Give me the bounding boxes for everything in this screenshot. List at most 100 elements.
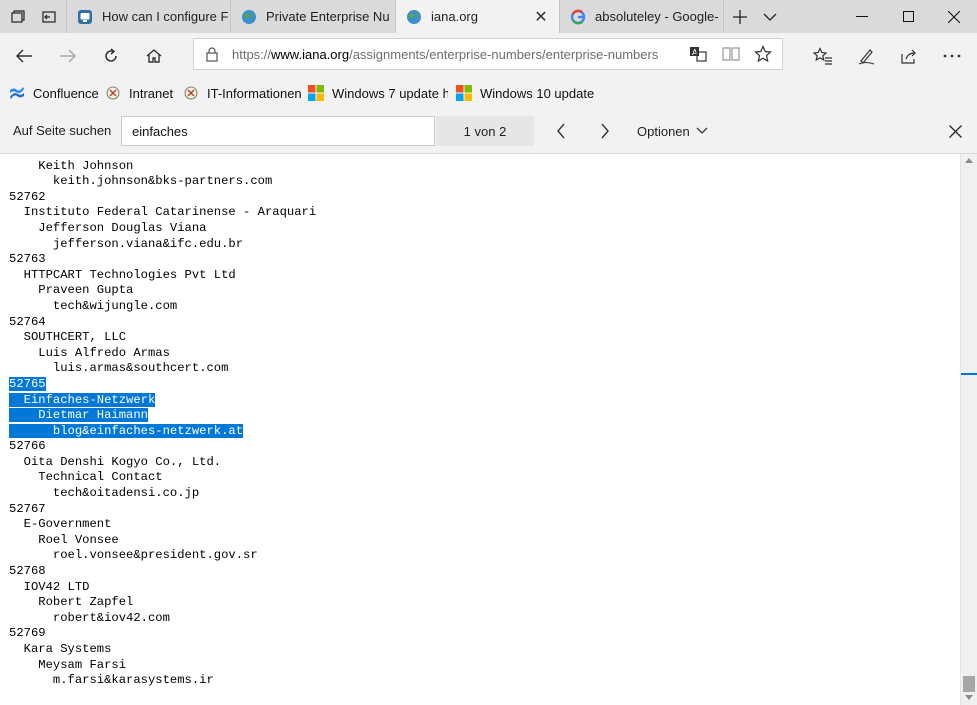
favorite-it-informationen[interactable]: IT-Informationen <box>183 78 302 108</box>
tab-iana[interactable]: iana.org ✕ <box>396 0 560 33</box>
favorite-star-icon[interactable] <box>754 45 772 63</box>
refresh-icon[interactable] <box>89 33 133 78</box>
search-match-highlight: blog&einfaches-netzwerk.at <box>9 423 244 438</box>
search-match-highlight: Dietmar Haimann <box>9 408 148 423</box>
vertical-scrollbar[interactable] <box>960 154 977 705</box>
tab-preview-chevron-down-icon[interactable] <box>755 0 785 33</box>
list-item: Technical Contact <box>9 470 163 485</box>
list-item: Einfaches-Netzwerk <box>9 392 316 409</box>
translate-icon[interactable]: A <box>689 45 707 63</box>
search-match-highlight: Einfaches-Netzwerk <box>9 392 156 407</box>
list-item: keith.johnson&bks-partners.com <box>9 174 273 189</box>
favorite-windows-10-update[interactable]: Windows 10 update h <box>456 78 594 108</box>
tab-title: absoluteley - Google- <box>595 9 719 24</box>
list-item: Jefferson Douglas Viana <box>9 220 207 235</box>
find-query: einfaches <box>132 124 188 139</box>
find-result-count: 1 von 2 <box>436 116 534 146</box>
home-icon[interactable] <box>132 33 176 78</box>
find-label: Auf Seite suchen <box>13 123 112 138</box>
list-item: Instituto Federal Catarinense - Araquari <box>9 205 317 220</box>
lock-icon[interactable] <box>206 47 218 62</box>
globe-icon <box>407 9 421 24</box>
find-on-page-bar: Auf Seite suchen einfaches 1 von 2 Optio… <box>0 108 977 154</box>
close-window-icon[interactable] <box>931 0 977 33</box>
confluence-icon <box>10 87 24 99</box>
favorite-confluence[interactable]: Confluence <box>9 78 99 108</box>
find-match-marker <box>961 373 977 375</box>
list-item: tech&wijungle.com <box>9 298 178 313</box>
new-tab-icon[interactable] <box>725 0 755 33</box>
favorites-hub-icon[interactable] <box>801 33 845 78</box>
back-arrow-icon[interactable] <box>2 33 46 78</box>
list-item: 52762 <box>9 189 46 204</box>
tab-superuser[interactable]: How can I configure F <box>66 0 231 33</box>
list-item: tech&oitadensi.co.jp <box>9 486 200 501</box>
tab-private-enterprise-numbers[interactable]: Private Enterprise Nu <box>231 0 396 33</box>
windows-icon <box>308 85 324 101</box>
list-item: Praveen Gupta <box>9 283 134 298</box>
navigation-toolbar: https://www.iana.org/assignments/enterpr… <box>0 33 977 78</box>
list-item: Meysam Farsi <box>9 657 127 672</box>
list-item: robert&iov42.com <box>9 610 170 625</box>
favorites-bar: Confluence Intranet IT-Informationen Win… <box>0 78 977 108</box>
favorite-windows-7-update[interactable]: Windows 7 update hi <box>308 78 448 108</box>
close-tab-icon[interactable]: ✕ <box>533 7 549 27</box>
close-find-icon[interactable] <box>940 116 970 146</box>
tab-google[interactable]: absoluteley - Google- <box>560 0 724 33</box>
scroll-thumb[interactable] <box>963 676 975 692</box>
share-icon[interactable] <box>887 33 931 78</box>
address-bar[interactable]: https://www.iana.org/assignments/enterpr… <box>193 38 783 70</box>
maximize-icon[interactable] <box>885 0 931 33</box>
google-icon <box>570 9 586 24</box>
list-item: 52768 <box>9 564 46 579</box>
tab-actions-icon[interactable] <box>2 0 33 33</box>
reading-view-icon[interactable] <box>722 46 740 62</box>
scroll-down-icon[interactable] <box>965 695 973 701</box>
list-item: IOV42 LTD <box>9 579 90 594</box>
list-item: m.farsi&karasystems.ir <box>9 673 214 688</box>
list-item: 52763 <box>9 252 46 267</box>
list-item: 52765 <box>9 376 316 393</box>
favorite-intranet[interactable]: Intranet <box>105 78 173 108</box>
list-item: Oita Denshi Kogyo Co., Ltd. <box>9 454 222 469</box>
list-item: 52766 <box>9 439 46 454</box>
set-tabs-aside-icon[interactable] <box>33 0 64 33</box>
list-item: luis.armas&southcert.com <box>9 361 229 376</box>
scroll-up-icon[interactable] <box>965 157 973 163</box>
tab-title: How can I configure F <box>102 9 229 24</box>
enterprise-numbers-list: BBSMANN Klein Partnere Keith Johnson kei… <box>9 154 316 689</box>
windows-icon <box>456 85 472 101</box>
list-item: jefferson.viana&ifc.edu.br <box>9 236 244 251</box>
list-item: Dietmar Haimann <box>9 408 316 424</box>
more-options-icon[interactable] <box>930 33 974 78</box>
list-item: Robert Zapfel <box>9 595 134 610</box>
find-next-icon[interactable] <box>589 116 621 146</box>
list-item: Roel Vonsee <box>9 532 119 547</box>
list-item: E-Government <box>9 517 112 532</box>
list-item: roel.vonsee&president.gov.sr <box>9 548 258 563</box>
list-item: 52769 <box>9 626 46 641</box>
list-item: 52767 <box>9 501 46 516</box>
chevron-down-icon <box>696 127 708 134</box>
intranet-icon <box>106 86 120 100</box>
find-input[interactable]: einfaches <box>121 116 435 146</box>
tab-title: Private Enterprise Nu <box>266 9 390 24</box>
search-match-highlight: 52765 <box>9 376 46 391</box>
it-info-icon <box>184 86 198 100</box>
find-options-button[interactable]: Optionen <box>637 116 708 146</box>
list-item: 52764 <box>9 314 46 329</box>
list-item: Keith Johnson <box>9 158 134 173</box>
list-item: HTTPCART Technologies Pvt Ltd <box>9 267 236 282</box>
url-text[interactable]: https://www.iana.org/assignments/enterpr… <box>232 47 658 62</box>
forward-arrow-icon[interactable] <box>46 33 90 78</box>
list-item: blog&einfaches-netzwerk.at <box>9 423 316 440</box>
minimize-icon[interactable] <box>839 0 885 33</box>
tab-title: iana.org <box>431 9 478 24</box>
tab-bar: How can I configure F Private Enterprise… <box>0 0 977 33</box>
globe-icon <box>242 9 256 24</box>
superuser-icon <box>78 9 92 24</box>
list-item: Luis Alfredo Armas <box>9 345 170 360</box>
page-content: BBSMANN Klein Partnere Keith Johnson kei… <box>0 154 960 705</box>
find-previous-icon[interactable] <box>545 116 577 146</box>
pen-icon[interactable] <box>844 33 888 78</box>
